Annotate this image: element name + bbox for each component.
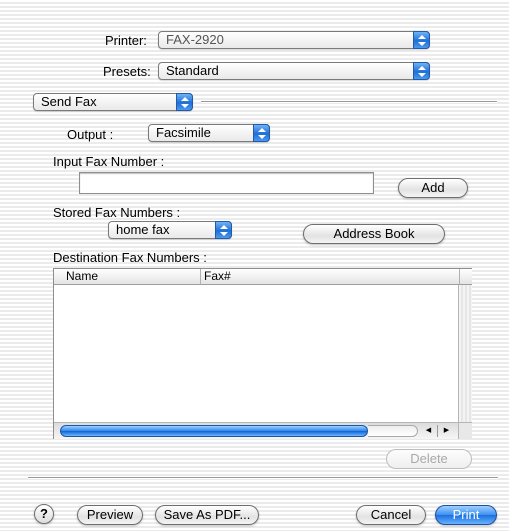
scroll-right-arrow-icon[interactable]: ▶ bbox=[437, 425, 455, 437]
popup-arrows-icon bbox=[253, 124, 270, 142]
add-button[interactable]: Add bbox=[398, 178, 468, 198]
stored-fax-popup[interactable]: home fax bbox=[108, 221, 232, 239]
output-label: Output : bbox=[67, 127, 114, 142]
popup-arrows-icon bbox=[176, 93, 193, 111]
stored-fax-value: home fax bbox=[116, 222, 170, 237]
printer-label: Printer: bbox=[105, 33, 147, 48]
destination-table[interactable]: Name Fax# ◀ ▶ bbox=[53, 268, 472, 439]
scroll-left-arrow-icon[interactable]: ◀ bbox=[420, 425, 437, 437]
vertical-scrollbar[interactable] bbox=[458, 285, 472, 422]
presets-value: Standard bbox=[166, 63, 219, 78]
help-icon[interactable]: ? bbox=[34, 504, 54, 524]
presets-popup[interactable]: Standard bbox=[158, 62, 430, 80]
scroll-track-end bbox=[368, 425, 418, 437]
popup-arrows-icon bbox=[413, 31, 430, 49]
panel-value: Send Fax bbox=[41, 94, 97, 109]
panel-divider bbox=[201, 101, 497, 103]
printer-popup[interactable]: FAX-2920 bbox=[158, 31, 430, 49]
output-value: Facsimile bbox=[156, 125, 211, 140]
column-header-fax[interactable]: Fax# bbox=[201, 269, 459, 285]
column-header-name[interactable]: Name bbox=[54, 269, 201, 285]
footer-divider bbox=[28, 477, 498, 479]
cancel-button[interactable]: Cancel bbox=[356, 505, 426, 525]
popup-arrows-icon bbox=[413, 62, 430, 80]
destination-label: Destination Fax Numbers : bbox=[53, 250, 207, 265]
scroll-corner bbox=[458, 422, 472, 439]
column-header-fax-label: Fax# bbox=[204, 269, 231, 283]
address-book-button[interactable]: Address Book bbox=[303, 224, 445, 244]
column-header-name-label: Name bbox=[66, 269, 99, 283]
output-popup[interactable]: Facsimile bbox=[148, 124, 270, 142]
panel-popup[interactable]: Send Fax bbox=[33, 93, 193, 111]
horizontal-scroll-thumb[interactable] bbox=[60, 425, 368, 437]
input-fax-label: Input Fax Number : bbox=[53, 154, 165, 169]
stored-fax-label: Stored Fax Numbers : bbox=[53, 205, 181, 220]
fax-number-input[interactable] bbox=[79, 172, 374, 194]
column-header-corner bbox=[459, 269, 472, 285]
delete-button[interactable]: Delete bbox=[386, 449, 472, 469]
popup-arrows-icon bbox=[215, 221, 232, 239]
save-as-pdf-button[interactable]: Save As PDF... bbox=[155, 505, 259, 525]
presets-label: Presets: bbox=[103, 64, 151, 79]
horizontal-scrollbar[interactable]: ◀ ▶ bbox=[54, 422, 458, 439]
printer-value: FAX-2920 bbox=[166, 32, 224, 47]
preview-button[interactable]: Preview bbox=[77, 505, 143, 525]
print-button[interactable]: Print bbox=[435, 505, 497, 525]
